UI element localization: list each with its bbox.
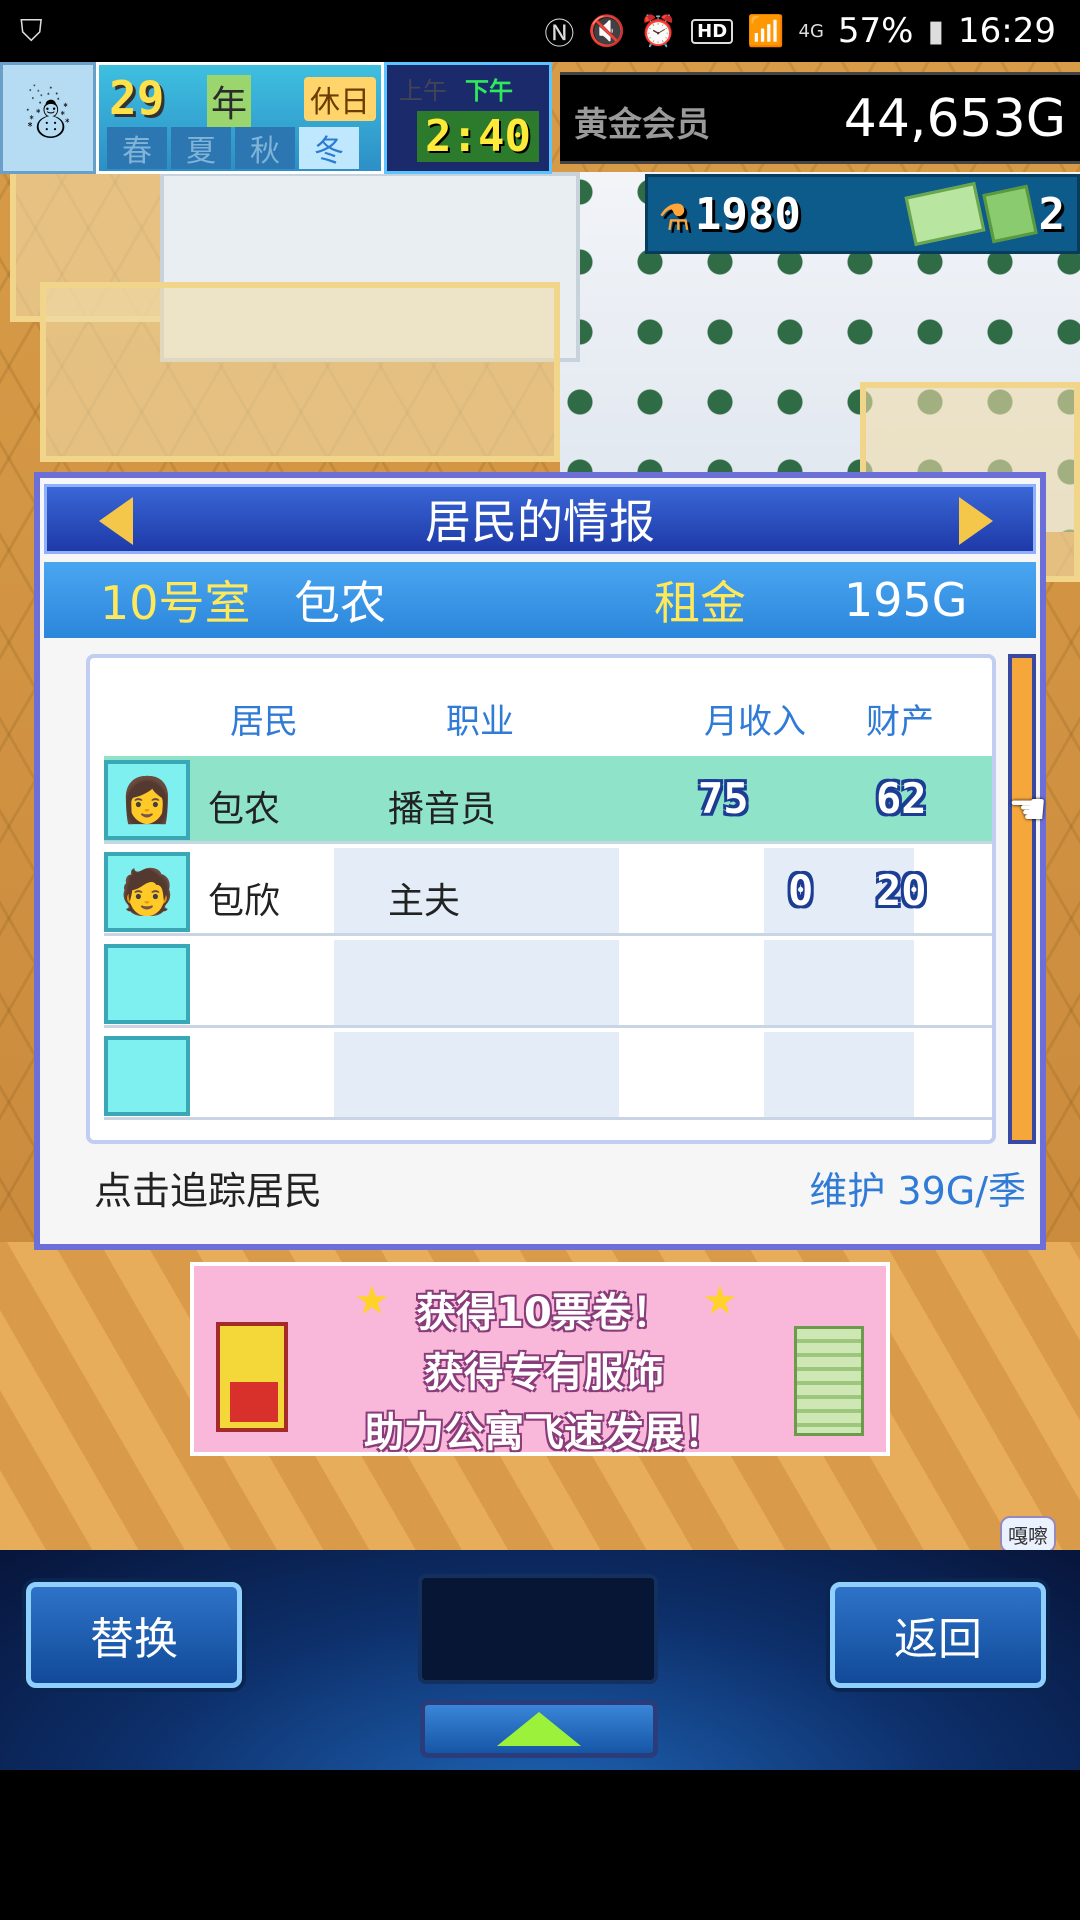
time-panel: 上午 下午 2:40 — [384, 62, 552, 174]
pointing-hand-icon: ☚ — [1008, 784, 1048, 835]
room-tenant-name: 包农 — [294, 576, 386, 630]
member-badge: 黄金会员 — [574, 105, 710, 145]
resident-assets: 20 — [876, 866, 927, 915]
table-row[interactable] — [104, 1032, 992, 1120]
resident-name: 包农 — [208, 789, 281, 830]
am-pm-toggle: 上午 下午 — [393, 71, 519, 106]
next-room-arrow-icon[interactable] — [959, 497, 993, 545]
empty-portrait — [104, 944, 190, 1024]
money-panel: 黄金会员 44,653G — [560, 72, 1080, 164]
resident-job: 播音员 — [388, 789, 497, 830]
track-resident-hint[interactable]: 点击追踪居民 — [94, 1160, 322, 1215]
resident-job: 主夫 — [388, 881, 461, 922]
resident-info-dialog: 居民的情报 10号室 包农 租金 195G 居民 职业 月收入 财产 👩 包农 … — [34, 472, 1048, 1250]
center-slot — [418, 1574, 658, 1684]
resource-bar: ⚗ 1980 2 — [645, 174, 1080, 254]
am-label: 上午 — [399, 77, 447, 105]
resident-income: 75 — [698, 774, 749, 823]
swap-button[interactable]: 替换 — [26, 1582, 242, 1688]
upkeep-cost: 维护 39G/季 — [809, 1169, 1026, 1213]
gacha-badge[interactable]: 嘎嚓 — [1000, 1516, 1056, 1553]
room-number: 10号室 — [100, 576, 251, 630]
header-assets: 财产 — [866, 702, 934, 742]
room-tile — [40, 282, 560, 462]
snowman-icon: ☃ — [22, 84, 74, 152]
hd-badge: HD — [691, 18, 734, 44]
season-indicator: 春 夏 秋 冬 — [107, 127, 359, 169]
table-row[interactable] — [104, 940, 992, 1028]
gold-amount: 44,653G — [843, 89, 1066, 149]
table-header: 居民 职业 月收入 财产 — [90, 658, 992, 752]
shield-icon: ⛉ — [20, 13, 43, 49]
table-row[interactable]: 🧑 包欣 主夫 0 20 — [104, 848, 992, 936]
rent-label: 租金 — [654, 576, 746, 630]
player-avatar[interactable]: ☃ — [0, 62, 96, 174]
signal-icon: 4G — [798, 20, 824, 42]
screen: { "status_bar": { "time": "16:29", "batt… — [0, 0, 1080, 1920]
promo-banner[interactable]: ★ ★ 获得10票卷！ 获得专有服饰 助力公寓飞速发展！ — [190, 1262, 890, 1456]
year-unit: 年 — [207, 75, 252, 127]
rent-value: 195G — [844, 573, 968, 627]
assets-cell-bg — [764, 1032, 914, 1117]
promo-line-2: 获得专有服饰 — [424, 1350, 664, 1396]
resident-name: 包欣 — [208, 881, 281, 922]
resident-assets: 62 — [876, 774, 927, 823]
ticket-icon — [981, 184, 1038, 244]
resident-table: 居民 职业 月收入 财产 👩 包农 播音员 75 62 🧑 包欣 主夫 0 20 — [86, 654, 996, 1144]
table-row[interactable]: 👩 包农 播音员 75 62 — [104, 756, 992, 844]
resident-portrait: 👩 — [104, 760, 190, 840]
flask-icon: ⚗ — [660, 186, 689, 242]
season-autumn: 秋 — [235, 127, 295, 169]
status-icons: Ⓝ 🔇 ⏰ HD 📶 4G 57% ▮ 16:29 — [544, 9, 1056, 53]
header-income: 月收入 — [704, 702, 806, 742]
promo-line-3: 助力公寓飞速发展！ — [364, 1410, 724, 1456]
mute-icon: 🔇 — [588, 13, 626, 49]
dialog-title-bar: 居民的情报 — [44, 484, 1036, 554]
scrollbar[interactable] — [1008, 654, 1036, 1144]
resident-portrait: 🧑 — [104, 852, 190, 932]
room-summary: 10号室 包农 租金 195G — [44, 562, 1036, 638]
wifi-icon: 📶 — [747, 13, 785, 49]
research-points: ⚗ 1980 — [660, 186, 801, 242]
assets-cell-bg — [764, 940, 914, 1025]
job-cell-bg — [334, 1032, 619, 1117]
prev-room-arrow-icon[interactable] — [99, 497, 133, 545]
header-job: 职业 — [446, 702, 514, 742]
bottom-control-bar: 替换 返回 — [0, 1550, 1080, 1770]
resident-income: 0 — [788, 866, 814, 915]
game-clock: 2:40 — [417, 111, 539, 162]
job-cell-bg — [334, 848, 619, 933]
clock-time: 16:29 — [958, 11, 1056, 51]
alarm-icon: ⏰ — [639, 13, 678, 49]
year-number: 29 — [109, 71, 165, 125]
back-button[interactable]: 返回 — [830, 1582, 1046, 1688]
holiday-badge: 休日 — [304, 77, 376, 121]
up-triangle-icon — [497, 1712, 581, 1746]
season-spring: 春 — [107, 127, 167, 169]
money-ticket-icon — [904, 182, 985, 246]
season-summer: 夏 — [171, 127, 231, 169]
empty-portrait — [104, 1036, 190, 1116]
top-hud: ☃ 29 年 休日 春 夏 秋 冬 上午 下午 2:40 黄金会员 44,653… — [0, 62, 1080, 174]
research-value: 1980 — [694, 188, 801, 240]
ticket-value: 2 — [1038, 188, 1066, 240]
status-bar: ⛉ Ⓝ 🔇 ⏰ HD 📶 4G 57% ▮ 16:29 — [0, 0, 1080, 62]
nfc-icon: Ⓝ — [544, 17, 575, 52]
expand-up-button[interactable] — [420, 1700, 658, 1758]
job-cell-bg — [334, 940, 619, 1025]
ticket-count: 2 — [904, 182, 1066, 246]
pm-label: 下午 — [465, 77, 513, 105]
dialog-title: 居民的情报 — [425, 495, 655, 549]
battery-percent: 57% — [837, 11, 914, 51]
date-panel: 29 年 休日 春 夏 秋 冬 — [96, 62, 384, 174]
bottom-spacer — [0, 1770, 1080, 1920]
battery-icon: ▮ — [927, 13, 945, 49]
season-winter: 冬 — [299, 127, 359, 169]
promo-line-1: 获得10票卷！ — [416, 1290, 672, 1336]
header-resident: 居民 — [230, 702, 298, 742]
